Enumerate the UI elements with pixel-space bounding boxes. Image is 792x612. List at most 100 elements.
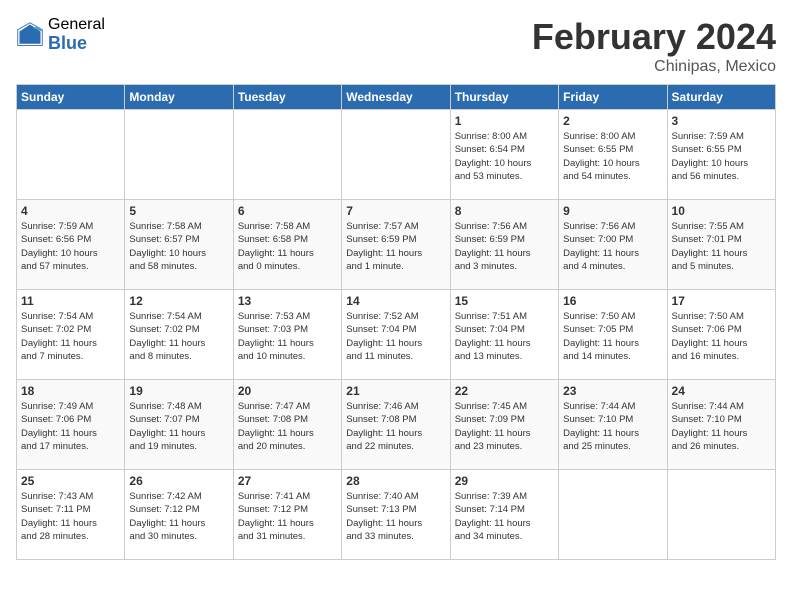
week-row-5: 25Sunrise: 7:43 AM Sunset: 7:11 PM Dayli…: [17, 470, 776, 560]
calendar-cell: 20 Sunrise: 7:47 AM Sunset: 7:08 PM Dayli…: [233, 380, 341, 470]
day-number: 10: [672, 204, 771, 218]
day-number: 4: [21, 204, 120, 218]
calendar-cell: 7 Sunrise: 7:57 AM Sunset: 6:59 PM Daylig…: [342, 200, 450, 290]
day-number: 21: [346, 384, 445, 398]
logo-text: General Blue: [48, 16, 105, 53]
calendar-cell: 5 Sunrise: 7:58 AM Sunset: 6:57 PM Daylig…: [125, 200, 233, 290]
day-number: 19: [129, 384, 228, 398]
day-number: 29: [455, 474, 554, 488]
day-detail: Sunrise: 7:55 AM Sunset: 7:01 PM Dayligh…: [672, 220, 771, 273]
day-detail: Sunrise: 7:44 AM Sunset: 7:10 PM Dayligh…: [672, 400, 771, 453]
day-number: 17: [672, 294, 771, 308]
calendar-cell: 25Sunrise: 7:43 AM Sunset: 7:11 PM Dayli…: [17, 470, 125, 560]
col-tuesday: Tuesday: [233, 85, 341, 110]
day-detail: Sunrise: 7:56 AM Sunset: 7:00 PM Dayligh…: [563, 220, 662, 273]
day-detail: Sunrise: 7:54 AM Sunset: 7:02 PM Dayligh…: [21, 310, 120, 363]
calendar-cell: 29 Sunrise: 7:39 AM Sunset: 7:14 PM Dayli…: [450, 470, 558, 560]
calendar-cell: [342, 110, 450, 200]
day-detail: Sunrise: 7:47 AM Sunset: 7:08 PM Dayligh…: [238, 400, 337, 453]
week-row-2: 4 Sunrise: 7:59 AM Sunset: 6:56 PM Daylig…: [17, 200, 776, 290]
day-number: 9: [563, 204, 662, 218]
calendar-cell: 21 Sunrise: 7:46 AM Sunset: 7:08 PM Dayli…: [342, 380, 450, 470]
calendar-cell: [233, 110, 341, 200]
calendar-cell: [17, 110, 125, 200]
day-detail: Sunrise: 7:58 AM Sunset: 6:57 PM Dayligh…: [129, 220, 228, 273]
day-number: 15: [455, 294, 554, 308]
day-detail: Sunrise: 7:59 AM Sunset: 6:55 PM Dayligh…: [672, 130, 771, 183]
day-detail: Sunrise: 7:48 AM Sunset: 7:07 PM Dayligh…: [129, 400, 228, 453]
day-number: 25: [21, 474, 120, 488]
week-row-4: 18 Sunrise: 7:49 AM Sunset: 7:06 PM Dayli…: [17, 380, 776, 470]
day-detail: Sunrise: 7:39 AM Sunset: 7:14 PM Dayligh…: [455, 490, 554, 543]
day-detail: Sunrise: 7:54 AM Sunset: 7:02 PM Dayligh…: [129, 310, 228, 363]
calendar-cell: 24 Sunrise: 7:44 AM Sunset: 7:10 PM Dayli…: [667, 380, 775, 470]
day-number: 12: [129, 294, 228, 308]
week-row-1: 1 Sunrise: 8:00 AM Sunset: 6:54 PM Daylig…: [17, 110, 776, 200]
calendar-cell: 27 Sunrise: 7:41 AM Sunset: 7:12 PM Dayli…: [233, 470, 341, 560]
day-number: 8: [455, 204, 554, 218]
week-row-3: 11 Sunrise: 7:54 AM Sunset: 7:02 PM Dayli…: [17, 290, 776, 380]
calendar-cell: 19 Sunrise: 7:48 AM Sunset: 7:07 PM Dayli…: [125, 380, 233, 470]
col-friday: Friday: [559, 85, 667, 110]
day-number: 26: [129, 474, 228, 488]
calendar-cell: 18 Sunrise: 7:49 AM Sunset: 7:06 PM Dayli…: [17, 380, 125, 470]
day-number: 11: [21, 294, 120, 308]
calendar-cell: 12 Sunrise: 7:54 AM Sunset: 7:02 PM Dayli…: [125, 290, 233, 380]
calendar-cell: 14Sunrise: 7:52 AM Sunset: 7:04 PM Dayli…: [342, 290, 450, 380]
day-detail: Sunrise: 7:49 AM Sunset: 7:06 PM Dayligh…: [21, 400, 120, 453]
day-number: 18: [21, 384, 120, 398]
day-number: 2: [563, 114, 662, 128]
day-detail: Sunrise: 7:56 AM Sunset: 6:59 PM Dayligh…: [455, 220, 554, 273]
calendar-header: Sunday Monday Tuesday Wednesday Thursday…: [17, 85, 776, 110]
calendar-cell: 17Sunrise: 7:50 AM Sunset: 7:06 PM Dayli…: [667, 290, 775, 380]
calendar-cell: 26 Sunrise: 7:42 AM Sunset: 7:12 PM Dayli…: [125, 470, 233, 560]
day-detail: Sunrise: 7:50 AM Sunset: 7:05 PM Dayligh…: [563, 310, 662, 363]
calendar-cell: 6 Sunrise: 7:58 AM Sunset: 6:58 PM Daylig…: [233, 200, 341, 290]
calendar-cell: 13Sunrise: 7:53 AM Sunset: 7:03 PM Dayli…: [233, 290, 341, 380]
calendar-cell: 15Sunrise: 7:51 AM Sunset: 7:04 PM Dayli…: [450, 290, 558, 380]
calendar-cell: 8 Sunrise: 7:56 AM Sunset: 6:59 PM Daylig…: [450, 200, 558, 290]
day-number: 5: [129, 204, 228, 218]
day-detail: Sunrise: 7:42 AM Sunset: 7:12 PM Dayligh…: [129, 490, 228, 543]
day-number: 13: [238, 294, 337, 308]
calendar-cell: 16Sunrise: 7:50 AM Sunset: 7:05 PM Dayli…: [559, 290, 667, 380]
day-number: 6: [238, 204, 337, 218]
col-wednesday: Wednesday: [342, 85, 450, 110]
day-detail: Sunrise: 8:00 AM Sunset: 6:54 PM Dayligh…: [455, 130, 554, 183]
day-number: 14: [346, 294, 445, 308]
calendar-cell: 28 Sunrise: 7:40 AM Sunset: 7:13 PM Dayli…: [342, 470, 450, 560]
day-detail: Sunrise: 7:59 AM Sunset: 6:56 PM Dayligh…: [21, 220, 120, 273]
calendar-body: 1 Sunrise: 8:00 AM Sunset: 6:54 PM Daylig…: [17, 110, 776, 560]
calendar-cell: 23 Sunrise: 7:44 AM Sunset: 7:10 PM Dayli…: [559, 380, 667, 470]
calendar-cell: 1 Sunrise: 8:00 AM Sunset: 6:54 PM Daylig…: [450, 110, 558, 200]
day-detail: Sunrise: 7:40 AM Sunset: 7:13 PM Dayligh…: [346, 490, 445, 543]
day-detail: Sunrise: 7:44 AM Sunset: 7:10 PM Dayligh…: [563, 400, 662, 453]
page-header: General Blue February 2024 Chinipas, Mex…: [16, 16, 776, 76]
day-number: 20: [238, 384, 337, 398]
calendar-cell: [559, 470, 667, 560]
day-detail: Sunrise: 7:41 AM Sunset: 7:12 PM Dayligh…: [238, 490, 337, 543]
day-detail: Sunrise: 7:45 AM Sunset: 7:09 PM Dayligh…: [455, 400, 554, 453]
day-number: 28: [346, 474, 445, 488]
col-thursday: Thursday: [450, 85, 558, 110]
header-row: Sunday Monday Tuesday Wednesday Thursday…: [17, 85, 776, 110]
day-number: 7: [346, 204, 445, 218]
calendar-table: Sunday Monday Tuesday Wednesday Thursday…: [16, 84, 776, 560]
day-number: 1: [455, 114, 554, 128]
day-number: 24: [672, 384, 771, 398]
day-number: 22: [455, 384, 554, 398]
calendar-cell: 2Sunrise: 8:00 AM Sunset: 6:55 PM Daylig…: [559, 110, 667, 200]
col-monday: Monday: [125, 85, 233, 110]
calendar-cell: [125, 110, 233, 200]
day-detail: Sunrise: 7:46 AM Sunset: 7:08 PM Dayligh…: [346, 400, 445, 453]
logo: General Blue: [16, 16, 105, 53]
day-number: 3: [672, 114, 771, 128]
day-detail: Sunrise: 7:57 AM Sunset: 6:59 PM Dayligh…: [346, 220, 445, 273]
col-saturday: Saturday: [667, 85, 775, 110]
day-number: 23: [563, 384, 662, 398]
title-block: February 2024 Chinipas, Mexico: [532, 16, 776, 76]
calendar-cell: 4 Sunrise: 7:59 AM Sunset: 6:56 PM Daylig…: [17, 200, 125, 290]
day-detail: Sunrise: 7:58 AM Sunset: 6:58 PM Dayligh…: [238, 220, 337, 273]
col-sunday: Sunday: [17, 85, 125, 110]
day-number: 27: [238, 474, 337, 488]
